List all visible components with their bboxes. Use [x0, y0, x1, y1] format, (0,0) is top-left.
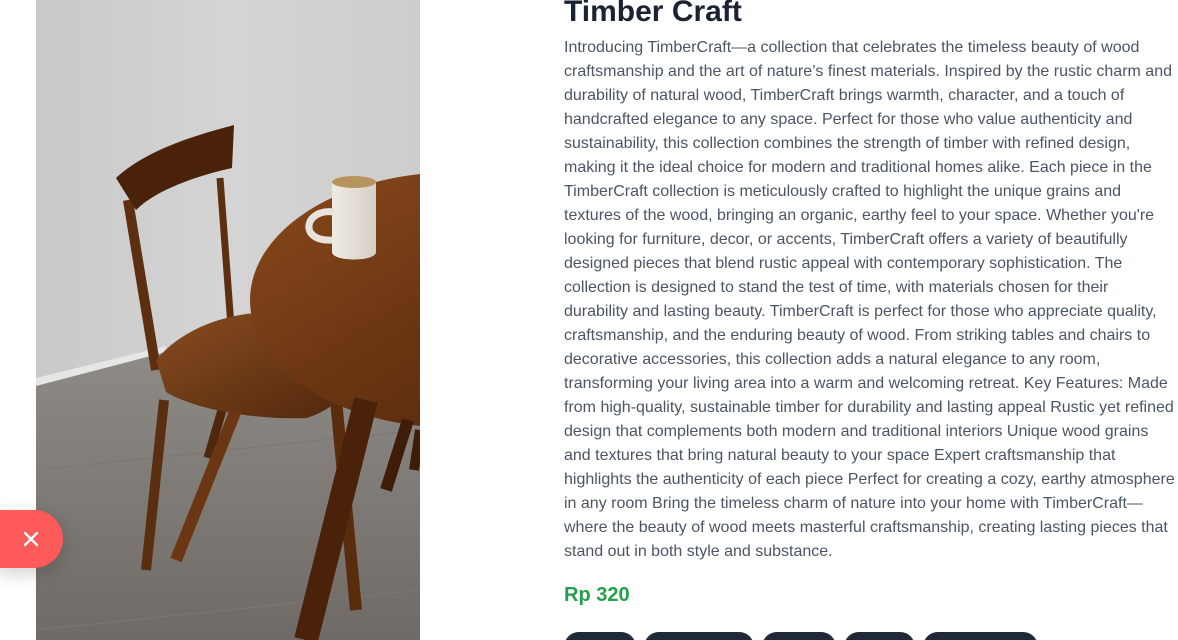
close-button[interactable]: [0, 510, 63, 568]
tag-chip[interactable]: [923, 632, 1038, 640]
tag-chip[interactable]: [644, 632, 754, 640]
tag-chip[interactable]: [844, 632, 915, 640]
tag-list: [564, 632, 1038, 640]
close-icon: [23, 531, 38, 547]
product-detail-page: Timber Craft Introducing TimberCraft—a c…: [0, 0, 1178, 640]
product-title: Timber Craft: [564, 0, 742, 28]
product-description: Introducing TimberCraft—a collection tha…: [564, 39, 1175, 560]
product-price: Rp 320: [564, 584, 630, 606]
tag-chip[interactable]: [762, 632, 836, 640]
product-image: [36, 0, 420, 640]
tag-chip[interactable]: [564, 632, 636, 640]
